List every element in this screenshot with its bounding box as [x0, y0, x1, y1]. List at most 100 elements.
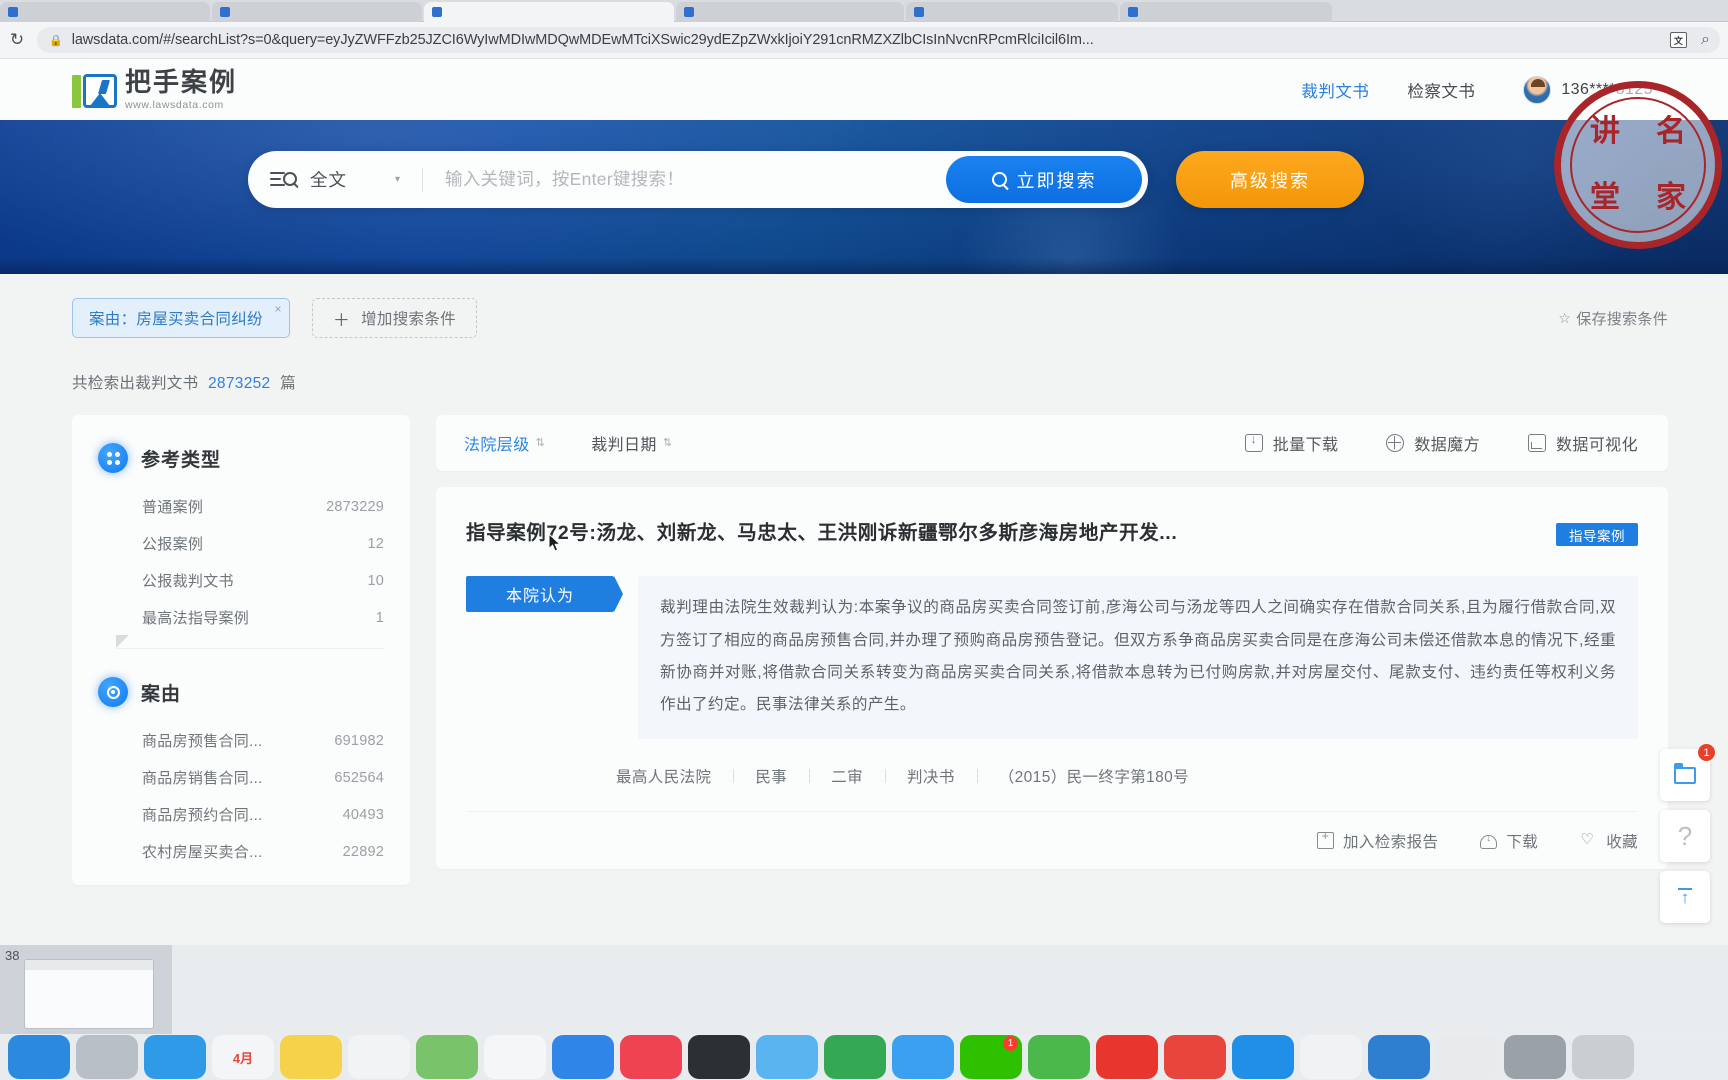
browser-toolbar: ↻ 🔒 lawsdata.com/#/searchList?s=0&query=… [0, 22, 1728, 59]
dock-item-maps[interactable] [416, 1035, 478, 1079]
facet-item[interactable]: 公报案例 12 [98, 525, 384, 562]
search-icon [991, 172, 1007, 187]
dock-item-mail[interactable] [892, 1035, 954, 1079]
add-to-report-button[interactable]: 加入检索报告 [1316, 829, 1439, 852]
search-button-label: 立即搜索 [1016, 170, 1097, 191]
result-title-row: 指导案例72号:汤龙、刘新龙、马忠太、王洪刚诉新疆鄂尔多斯彦海房地产开发... … [466, 521, 1638, 546]
facet-item[interactable]: 最高法指导案例 1 [98, 599, 384, 636]
dock-item-settings[interactable] [1504, 1035, 1566, 1079]
nav-item-judgment-docs[interactable]: 裁判文书 [1301, 78, 1369, 102]
browser-tab[interactable] [212, 2, 422, 22]
download-icon [1244, 432, 1263, 452]
dock-item-terminal[interactable] [688, 1035, 750, 1079]
dock-item-wechat[interactable]: 1 [960, 1035, 1022, 1079]
chevron-down-icon[interactable]: ▾ [395, 174, 400, 185]
search-bar: 全文 ▾ 立即搜索 高级搜索 [248, 151, 1364, 208]
tab-favicon-icon [8, 7, 18, 17]
download-button[interactable]: 下载 [1480, 830, 1538, 852]
batch-download-button[interactable]: 批量下载 [1244, 431, 1339, 455]
dock-item-weibo[interactable] [1164, 1035, 1226, 1079]
dock-item-safari[interactable] [144, 1035, 206, 1079]
dock: 4月 1 [0, 1034, 1728, 1080]
dock-item-sheets[interactable] [824, 1035, 886, 1079]
dock-item-appstore[interactable] [552, 1035, 614, 1079]
dock-item-qq[interactable] [1028, 1035, 1090, 1079]
avatar [1523, 75, 1552, 104]
dock-item-photos[interactable] [348, 1035, 410, 1079]
desktop-window[interactable] [24, 959, 154, 1029]
browser-tab[interactable] [906, 2, 1118, 22]
dock-item-chrome[interactable] [1300, 1035, 1362, 1079]
dock-item-preview[interactable] [1436, 1035, 1498, 1079]
dock-item-finder[interactable] [8, 1035, 70, 1079]
advanced-search-button[interactable]: 高级搜索 [1176, 151, 1364, 208]
result-meta: 最高人民法院 民事 二审 判决书 （2015）民一终字第180号 [466, 765, 1638, 787]
facet-item-count: 1 [375, 609, 384, 626]
facet-item[interactable]: 公报裁判文书 10 [98, 562, 384, 599]
dock-item-notes[interactable] [280, 1035, 342, 1079]
dock-item-reminders[interactable] [484, 1035, 546, 1079]
data-visualization-label: 数据可视化 [1555, 437, 1638, 454]
browser-tab-active[interactable] [424, 2, 674, 22]
sort-court-level[interactable]: 法院层级 ⇅ [464, 431, 545, 455]
sort-judgment-date[interactable]: 裁判日期 ⇅ [591, 431, 672, 455]
search-icon[interactable]: ⌕ [1701, 31, 1710, 49]
dock-item-dingtalk[interactable] [1232, 1035, 1294, 1079]
browser-tab[interactable] [0, 2, 210, 22]
save-condition-button[interactable]: ☆ 保存搜索条件 [1558, 308, 1668, 329]
browser-tab[interactable] [676, 2, 904, 22]
active-filter-label: 案由：房屋买卖合同纠纷 [89, 311, 263, 328]
dock-item-vscode[interactable] [1368, 1035, 1430, 1079]
dock-item-trash[interactable] [1572, 1035, 1634, 1079]
search-scope-label[interactable]: 全文 [310, 167, 347, 192]
result-card: 指导案例72号:汤龙、刘新龙、马忠太、王洪刚诉新疆鄂尔多斯彦海房地产开发... … [436, 487, 1668, 870]
active-filter-chip[interactable]: 案由：房屋买卖合同纠纷 × [72, 298, 290, 338]
dock-item-launchpad[interactable] [76, 1035, 138, 1079]
meta-case-type: 民事 [733, 765, 809, 787]
nav-item-prosecution-docs[interactable]: 检察文书 [1407, 78, 1475, 102]
facet-header: 案由 [98, 677, 384, 707]
dock-item-calendar[interactable]: 4月 [212, 1035, 274, 1079]
dock-item-netease[interactable] [1096, 1035, 1158, 1079]
results-summary: 共检索出裁判文书 2873252 篇 [72, 371, 1668, 393]
facet-item-count: 691982 [334, 732, 384, 749]
favorite-button[interactable]: ♡ 收藏 [1580, 830, 1638, 852]
close-icon[interactable]: × [275, 302, 282, 316]
data-visualization-button[interactable]: 数据可视化 [1527, 431, 1638, 455]
briefcase-button[interactable]: 1 [1660, 744, 1715, 801]
facet-item[interactable]: 商品房预约合同... 40493 [98, 796, 384, 833]
add-condition-button[interactable]: ＋ 增加搜索条件 [311, 298, 477, 338]
search-button[interactable]: 立即搜索 [946, 156, 1142, 203]
facet-item[interactable]: 商品房预售合同... 691982 [98, 722, 384, 759]
columns: 参考类型 普通案例 2873229 公报案例 12 公报裁判文书 10 最高法指… [72, 415, 1668, 885]
reload-icon[interactable]: ↻ [3, 26, 31, 54]
tab-favicon-icon [432, 7, 442, 17]
translate-icon[interactable]: 文 [1670, 32, 1688, 48]
facet-item-label: 公报案例 [142, 536, 204, 553]
facet-item[interactable]: 农村房屋买卖合... 22892 [98, 833, 384, 870]
facet-item[interactable]: 商品房销售合同... 652564 [98, 759, 384, 796]
cube-icon [1386, 434, 1405, 452]
facet-reference-type: 参考类型 普通案例 2873229 公报案例 12 公报裁判文书 10 最高法指… [98, 443, 384, 649]
add-to-report-label: 加入检索报告 [1342, 833, 1439, 851]
back-to-top-button[interactable] [1660, 871, 1710, 923]
dock-item-docs[interactable] [756, 1035, 818, 1079]
brand-logo[interactable]: 把手案例 www.lawsdata.com [72, 69, 237, 111]
download-cloud-icon [1480, 833, 1498, 849]
screen: ↻ 🔒 lawsdata.com/#/searchList?s=0&query=… [0, 0, 1728, 1080]
result-title-link[interactable]: 指导案例72号:汤龙、刘新龙、马忠太、王洪刚诉新疆鄂尔多斯彦海房地产开发... [466, 521, 1538, 546]
facet-item[interactable]: 普通案例 2873229 [98, 488, 384, 525]
dock-item-music[interactable] [620, 1035, 682, 1079]
address-bar[interactable]: 🔒 lawsdata.com/#/searchList?s=0&query=ey… [37, 27, 1720, 53]
data-cube-label: 数据魔方 [1414, 437, 1480, 454]
meta-case-number: （2015）民一终字第180号 [977, 765, 1211, 787]
browser-tab[interactable] [1120, 2, 1332, 22]
help-button[interactable]: ? [1660, 810, 1710, 862]
content-area: 案由：房屋买卖合同纠纷 × ＋ 增加搜索条件 ☆ 保存搜索条件 共检索出裁判文书… [0, 274, 1728, 885]
data-cube-button[interactable]: 数据魔方 [1386, 431, 1480, 455]
account-menu[interactable]: 136****8125 ▾ [1523, 75, 1668, 104]
divider [422, 167, 424, 192]
facet-title: 案由 [141, 683, 182, 705]
facet-sidebar: 参考类型 普通案例 2873229 公报案例 12 公报裁判文书 10 最高法指… [72, 415, 410, 885]
facet-item-label: 商品房销售合同... [142, 770, 263, 787]
